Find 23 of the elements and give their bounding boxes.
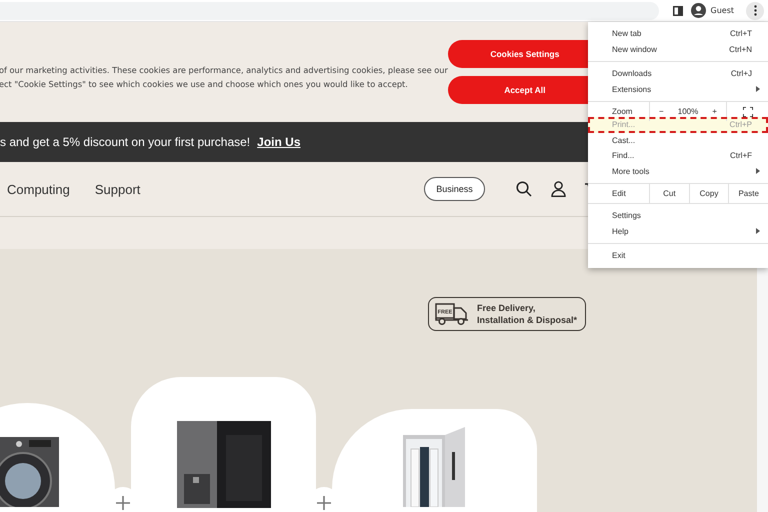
menu-item-label: Downloads <box>612 69 653 78</box>
menu-item-label: Exit <box>612 251 626 260</box>
menu-item-label: Cast... <box>612 136 636 145</box>
zoom-level: 100% <box>678 107 698 116</box>
badge-text: Installation & Disposal* <box>477 314 578 326</box>
shortcut-text: Ctrl+N <box>729 44 752 54</box>
menu-item-label: Zoom <box>611 106 634 118</box>
shortcut-text: Ctrl+F <box>730 151 752 160</box>
profile-name: Guest <box>710 6 734 15</box>
shortcut-text: Ctrl+P <box>730 120 752 130</box>
menu-item-label: More tools <box>612 166 650 176</box>
menu-item-label: New tab <box>612 29 642 38</box>
shortcut-text: Ctrl+T <box>730 29 752 38</box>
menu-item-label: Extensions <box>612 84 652 94</box>
menu-item-label: New window <box>612 44 658 54</box>
menu-item-label: Find... <box>612 151 636 160</box>
shortcut-text: Ctrl+J <box>730 69 752 78</box>
menu-item-label: Print... <box>612 120 636 130</box>
menu-item-label: Help <box>612 226 630 236</box>
menu-item-label: Settings <box>612 211 642 220</box>
promo-text: s and get a 5% discount on your first purchase! <box>0 135 250 149</box>
menu-item-label: Edit <box>611 188 627 200</box>
badge-text: Free Delivery, <box>477 302 536 314</box>
